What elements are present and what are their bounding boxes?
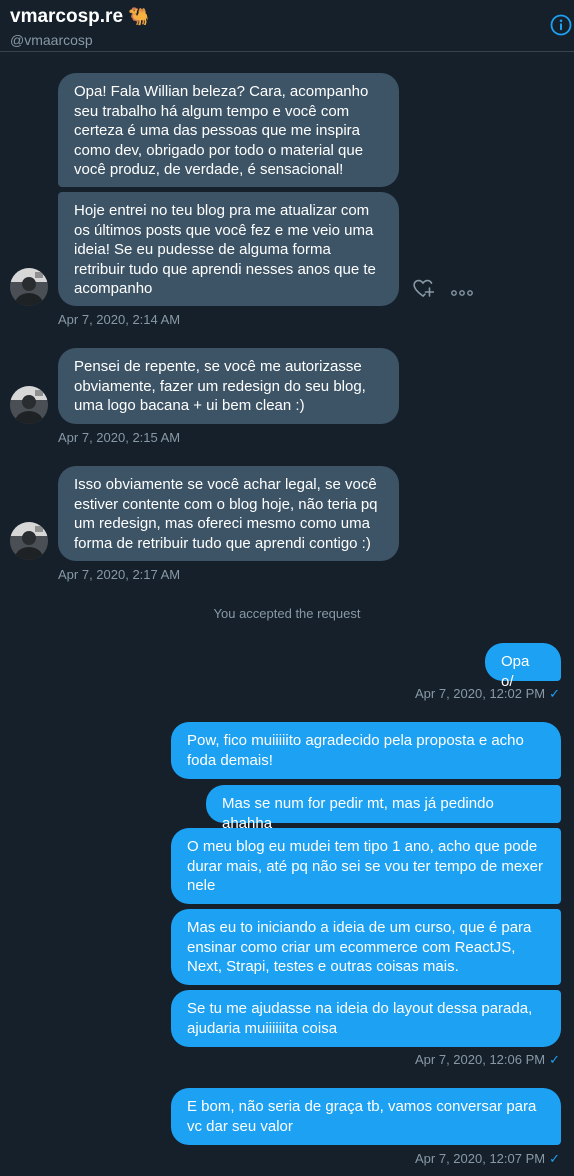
contact-name-text: vmarcosp.re bbox=[10, 6, 124, 27]
message-timestamp: Apr 7, 2020, 2:17 AM bbox=[58, 567, 181, 582]
info-icon[interactable] bbox=[550, 14, 572, 36]
contact-name[interactable]: vmarcosp.re 🐫 bbox=[10, 6, 149, 28]
read-check-icon: ✓ bbox=[549, 686, 560, 701]
conversation-header: vmarcosp.re 🐫 @vmaarcosp bbox=[0, 0, 574, 52]
incoming-message[interactable]: Pensei de repente, se você me autorizass… bbox=[58, 348, 399, 424]
avatar[interactable] bbox=[10, 268, 48, 306]
message-timestamp: Apr 7, 2020, 2:15 AM bbox=[58, 430, 181, 445]
message-timestamp: Apr 7, 2020, 2:14 AM bbox=[58, 312, 181, 327]
read-check-icon: ✓ bbox=[549, 1151, 560, 1166]
camel-emoji: 🐫 bbox=[128, 7, 150, 26]
outgoing-message[interactable]: O meu blog eu mudei tem tipo 1 ano, acho… bbox=[171, 828, 561, 904]
heart-add-icon[interactable] bbox=[412, 277, 435, 304]
incoming-message[interactable]: Isso obviamente se você achar legal, se … bbox=[58, 466, 399, 561]
timestamp-text: Apr 7, 2020, 12:06 PM bbox=[415, 1052, 546, 1067]
incoming-message[interactable]: Hoje entrei no teu blog pra me atualizar… bbox=[58, 192, 399, 306]
avatar[interactable] bbox=[10, 386, 48, 424]
message-timestamp: Apr 7, 2020, 12:02 PM ✓ bbox=[415, 686, 560, 702]
outgoing-message[interactable]: Pow, fico muiiiiito agradecido pela prop… bbox=[171, 722, 561, 779]
timestamp-text: Apr 7, 2020, 12:07 PM bbox=[415, 1151, 546, 1166]
timestamp-text: Apr 7, 2020, 12:02 PM bbox=[415, 686, 546, 701]
more-icon[interactable] bbox=[451, 284, 473, 302]
outgoing-message[interactable]: E bom, não seria de graça tb, vamos conv… bbox=[171, 1088, 561, 1145]
outgoing-message[interactable]: Mas se num for pedir mt, mas já pedindo … bbox=[206, 785, 561, 832]
system-message: You accepted the request bbox=[213, 606, 361, 621]
message-timestamp: Apr 7, 2020, 12:07 PM ✓ bbox=[415, 1151, 560, 1167]
message-timestamp: Apr 7, 2020, 12:06 PM ✓ bbox=[415, 1052, 560, 1068]
outgoing-message[interactable]: Mas eu to iniciando a ideia de um curso,… bbox=[171, 909, 561, 985]
incoming-message[interactable]: Opa! Fala Willian beleza? Cara, acompanh… bbox=[58, 73, 399, 187]
avatar[interactable] bbox=[10, 522, 48, 560]
read-check-icon: ✓ bbox=[549, 1052, 560, 1067]
outgoing-message[interactable]: Opa o/ bbox=[485, 643, 561, 690]
outgoing-message[interactable]: Se tu me ajudasse na ideia do layout des… bbox=[171, 990, 561, 1047]
contact-handle: @vmaarcosp bbox=[10, 32, 93, 48]
